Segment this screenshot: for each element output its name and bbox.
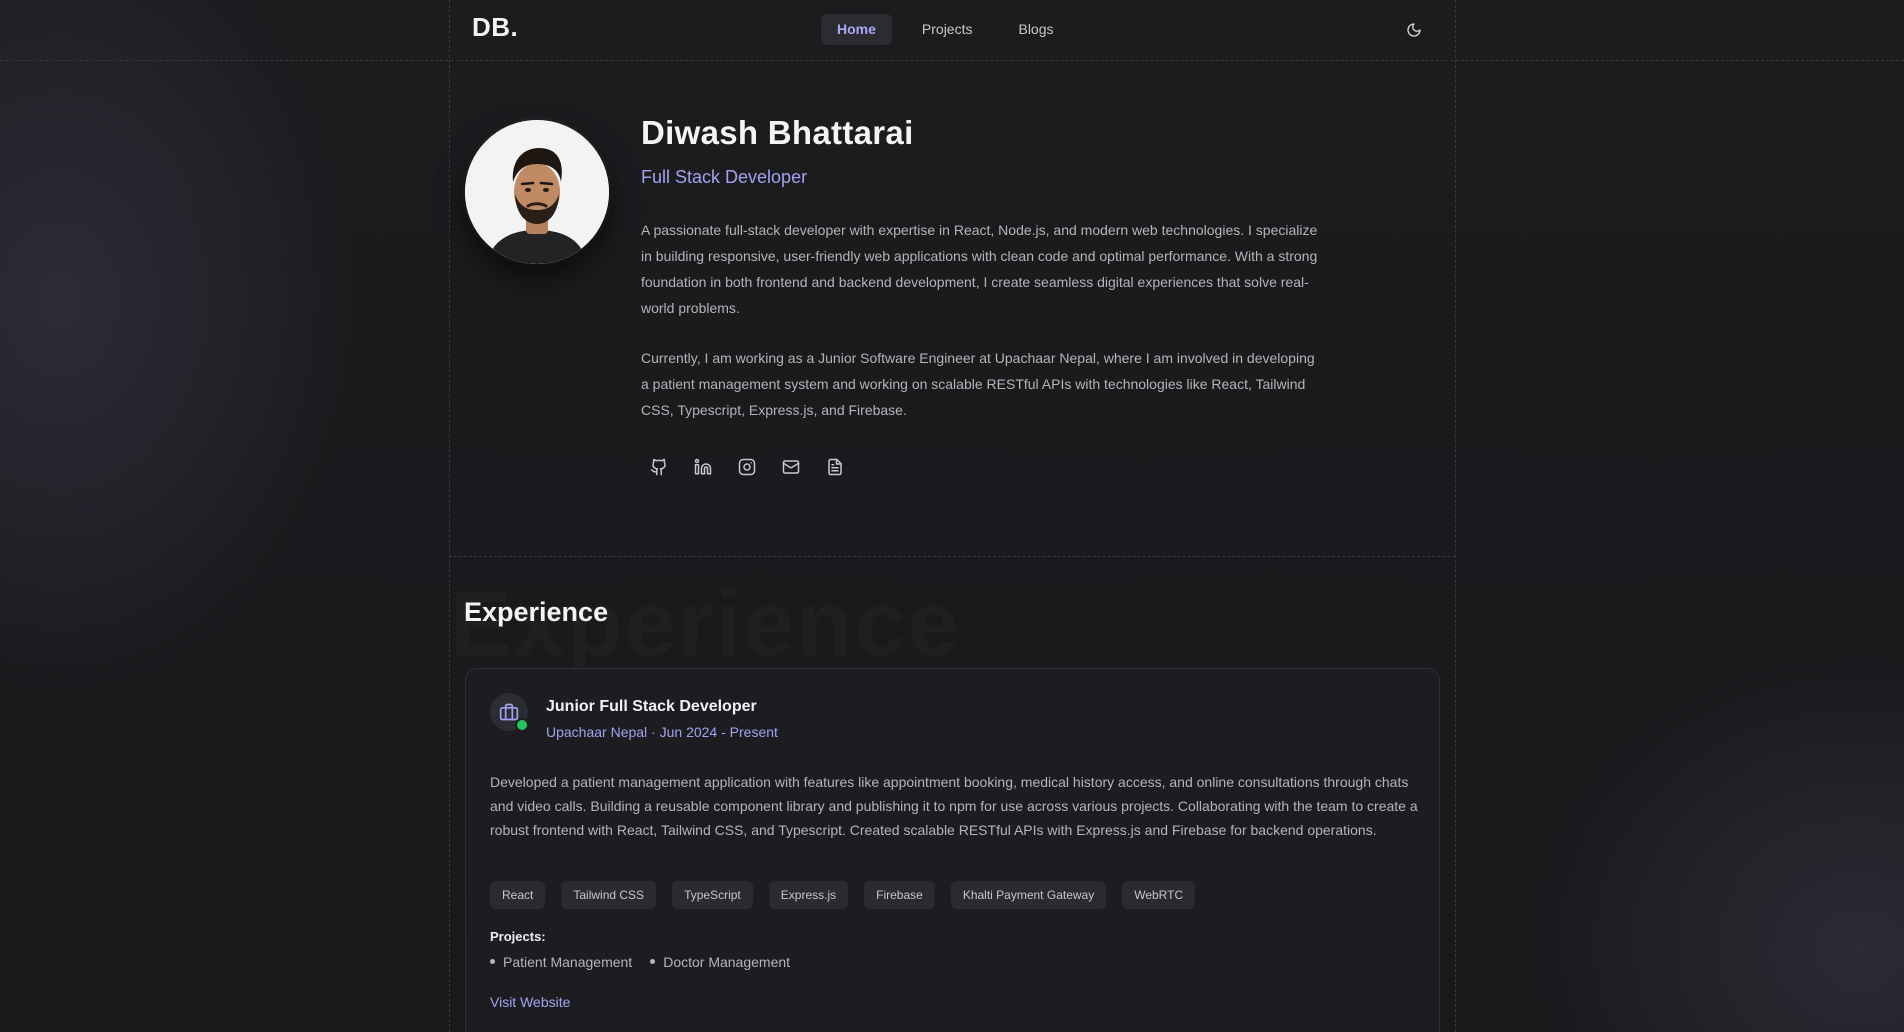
profile-photo (465, 120, 609, 264)
social-links (648, 456, 846, 478)
project-name: Patient Management (503, 954, 633, 970)
nav-item-projects[interactable]: Projects (906, 14, 989, 45)
hero-bio-paragraph-1: A passionate full-stack developer with e… (641, 222, 1318, 316)
moon-icon (1407, 23, 1421, 37)
site-header: DB. Home Projects Blogs (449, 0, 1455, 60)
nav-item-home[interactable]: Home (821, 14, 892, 45)
instagram-link[interactable] (736, 456, 758, 478)
tech-tag: WebRTC (1122, 881, 1196, 909)
theme-toggle-button[interactable] (1401, 17, 1427, 43)
instagram-icon (738, 458, 756, 476)
tech-tag: TypeScript (672, 881, 753, 909)
briefcase-icon (499, 703, 519, 721)
project-item: Doctor Management (650, 954, 790, 970)
job-company-dates: Upachaar Nepal · Jun 2024 - Present (546, 724, 778, 740)
resume-link[interactable] (824, 456, 846, 478)
tech-tag: React (490, 881, 546, 909)
site-logo[interactable]: DB. (472, 12, 518, 43)
resume-icon (828, 458, 842, 476)
tech-tags: React Tailwind CSS TypeScript Express.js… (490, 881, 1196, 909)
github-link[interactable] (648, 456, 670, 478)
hero-role: Full Stack Developer (641, 167, 808, 187)
projects-list: Patient Management Doctor Management (490, 954, 790, 970)
job-description: Developed a patient management applicati… (490, 774, 1418, 838)
job-title: Junior Full Stack Developer (546, 698, 757, 715)
section-divider (449, 556, 1455, 557)
bullet-icon (650, 958, 656, 964)
guide-line-right (1455, 0, 1456, 1032)
email-link[interactable] (780, 456, 802, 478)
bullet-icon (490, 958, 495, 964)
avatar (465, 120, 609, 264)
tech-tag: Khalti Payment Gateway (950, 881, 1107, 909)
hero-name: Diwash Bhattarai (641, 114, 914, 151)
main-nav: Home Projects Blogs (821, 14, 1070, 45)
linkedin-link[interactable] (692, 456, 714, 478)
visit-website-link[interactable]: Visit Website (490, 994, 570, 1010)
project-item: Patient Management (490, 954, 632, 970)
projects-label: Projects: (490, 929, 546, 944)
experience-card: Junior Full Stack Developer Upachaar Nep… (465, 668, 1440, 1032)
job-icon-badge (490, 693, 529, 732)
project-name: Doctor Management (663, 954, 791, 970)
page: DB. Home Projects Blogs Diwash Bhattarai… (0, 0, 1904, 1032)
experience-heading: Experience (464, 597, 609, 627)
active-status-dot (515, 718, 529, 732)
tech-tag: Tailwind CSS (561, 881, 657, 909)
github-icon (650, 458, 666, 476)
nav-item-blogs[interactable]: Blogs (1002, 14, 1069, 45)
header-divider (0, 60, 1904, 61)
tech-tag: Firebase (864, 881, 935, 909)
linkedin-icon (694, 458, 712, 475)
mail-icon (782, 460, 800, 474)
tech-tag: Express.js (768, 881, 849, 909)
hero-bio-paragraph-2: Currently, I am working as a Junior Soft… (641, 350, 1315, 418)
guide-line-left (449, 0, 450, 1032)
